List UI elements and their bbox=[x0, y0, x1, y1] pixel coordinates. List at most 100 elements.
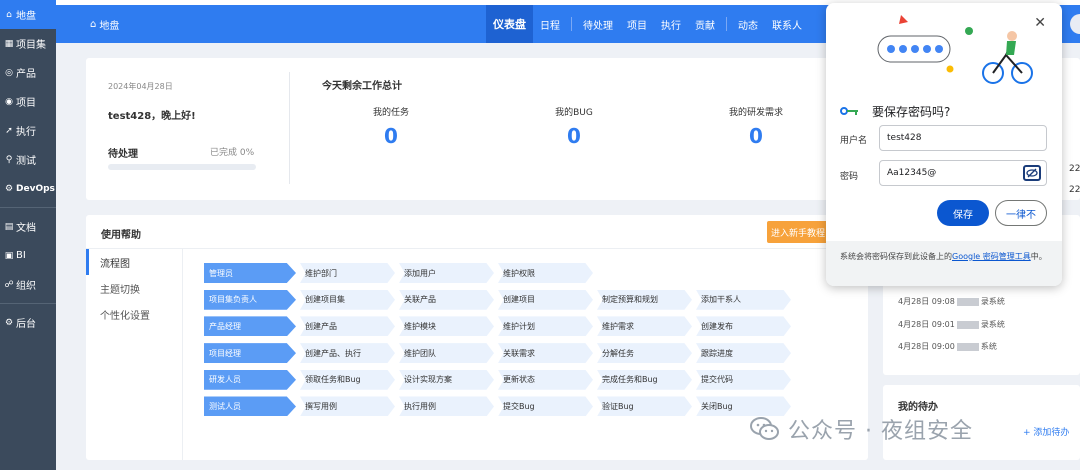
flow-step[interactable]: 撰写用例 bbox=[300, 396, 395, 417]
divider bbox=[182, 249, 183, 460]
flow-step[interactable]: 验证Bug bbox=[597, 396, 692, 417]
stat-bugs[interactable]: 我的BUG 0 bbox=[514, 105, 634, 148]
nav-todo[interactable]: 待处理 bbox=[576, 5, 620, 43]
flow-step[interactable]: 创建产品 bbox=[300, 316, 395, 337]
flow-role[interactable]: 项目经理 bbox=[204, 343, 296, 364]
username-field[interactable]: test428 bbox=[879, 125, 1047, 151]
dynamic-item[interactable]: 4月28日 09:01 录系统 bbox=[898, 319, 1005, 330]
sidebar-item-program[interactable]: ▦ 项目集 bbox=[0, 29, 56, 58]
save-password-dialog: ✕ 要保存密码吗? 用户名 test428 密码 Aa12345@ 保存 一律不… bbox=[826, 3, 1062, 286]
flow-step[interactable]: 维护计划 bbox=[498, 316, 593, 337]
flow-step[interactable]: 提交Bug bbox=[498, 396, 593, 417]
nav-contribution[interactable]: 贡献 bbox=[688, 5, 722, 43]
stat-stories[interactable]: 我的研发需求 0 bbox=[696, 105, 816, 148]
stat-label: 我的任务 bbox=[372, 108, 409, 118]
nav-calendar[interactable]: 日程 bbox=[533, 5, 567, 43]
admin-icon: ⚙ bbox=[4, 317, 14, 328]
close-icon[interactable]: ✕ bbox=[1034, 15, 1046, 31]
help-title: 使用帮助 bbox=[101, 230, 141, 241]
rocket-icon: ➚ bbox=[5, 125, 13, 136]
flow-row: 产品经理 创建产品 维护模块 维护计划 维护需求 创建发布 bbox=[204, 316, 795, 337]
home-icon: ⌂ bbox=[6, 9, 12, 20]
flow-step[interactable]: 完成任务和Bug bbox=[597, 369, 692, 390]
sidebar-item-doc[interactable]: ▤ 文档 bbox=[0, 212, 56, 241]
flow-step[interactable]: 提交代码 bbox=[696, 369, 791, 390]
sidebar-item-dashboard[interactable]: ⌂ 地盘 bbox=[0, 0, 56, 29]
redacted-user bbox=[956, 320, 979, 329]
dynamic-item[interactable]: 4月28日 09:08 录系统 bbox=[898, 296, 1005, 307]
progress-bar bbox=[108, 164, 256, 170]
flow-role[interactable]: 研发人员 bbox=[204, 369, 296, 390]
flow-role[interactable]: 测试人员 bbox=[204, 396, 296, 417]
summary-title: 今天剩余工作总计 bbox=[322, 81, 402, 92]
flow-step[interactable]: 添加用户 bbox=[399, 263, 494, 283]
sidebar-item-product[interactable]: ◎ 产品 bbox=[0, 58, 56, 87]
nav-contacts[interactable]: 联系人 bbox=[765, 5, 809, 43]
gear-icon: ⚙ bbox=[4, 183, 14, 194]
help-tabs: 流程图 主题切换 个性化设置 bbox=[86, 249, 182, 327]
todo-label: 待处理 bbox=[108, 149, 138, 160]
flow-step[interactable]: 维护部门 bbox=[300, 263, 395, 283]
flowchart: 管理员 维护部门 添加用户 维护权限项目集负责人 创建项目集 关联产品 创建项目 制定预算和规… bbox=[204, 263, 795, 423]
sidebar-divider bbox=[0, 207, 56, 208]
save-button[interactable]: 保存 bbox=[937, 200, 989, 226]
dynamic-item[interactable]: 4月28日 09:00 系统 bbox=[898, 341, 997, 352]
sidebar-item-org[interactable]: ☍ 组织 bbox=[0, 270, 56, 299]
flow-step[interactable]: 关联需求 bbox=[498, 343, 593, 364]
sidebar-item-admin[interactable]: ⚙ 后台 bbox=[0, 308, 56, 337]
stat-label: 我的研发需求 bbox=[728, 108, 783, 118]
flow-step[interactable]: 领取任务和Bug bbox=[300, 369, 395, 390]
sidebar-item-devops[interactable]: ⚙ DevOps bbox=[0, 174, 56, 203]
flow-step[interactable]: 关联产品 bbox=[399, 289, 494, 310]
never-button[interactable]: 一律不 bbox=[995, 200, 1047, 226]
flow-step[interactable]: 创建项目 bbox=[498, 289, 593, 310]
flow-step[interactable]: 添加干系人 bbox=[696, 289, 791, 310]
tab-personalize[interactable]: 个性化设置 bbox=[86, 301, 182, 327]
flow-role[interactable]: 产品经理 bbox=[204, 316, 296, 337]
done-percent: 已完成 0% bbox=[210, 148, 255, 158]
wechat-icon bbox=[750, 417, 779, 440]
flow-step[interactable]: 制定预算和规划 bbox=[597, 289, 692, 310]
flow-step[interactable]: 执行用例 bbox=[399, 396, 494, 417]
password-manager-link[interactable]: Google 密码管理工具 bbox=[952, 252, 1031, 261]
sidebar-item-test[interactable]: ⚲ 测试 bbox=[0, 145, 56, 174]
nav-divider bbox=[571, 17, 572, 31]
password-field[interactable]: Aa12345@ bbox=[879, 160, 1047, 186]
flow-step[interactable]: 更新状态 bbox=[498, 369, 593, 390]
flow-step[interactable]: 维护需求 bbox=[597, 316, 692, 337]
dialog-footer: 系统会将密码保存到此设备上的Google 密码管理工具中。 bbox=[826, 241, 1062, 286]
flow-step[interactable]: 维护模块 bbox=[399, 316, 494, 337]
nav-execution[interactable]: 执行 bbox=[654, 5, 688, 43]
flow-role[interactable]: 项目集负责人 bbox=[204, 289, 296, 310]
flow-step[interactable]: 创建项目集 bbox=[300, 289, 395, 310]
stat-tasks[interactable]: 我的任务 0 bbox=[331, 105, 451, 148]
sidebar-item-execution[interactable]: ➚ 执行 bbox=[0, 116, 56, 145]
stat-value: 0 bbox=[384, 124, 398, 148]
flow-step[interactable]: 维护权限 bbox=[498, 263, 593, 283]
flow-row: 测试人员 撰写用例 执行用例 提交Bug 验证Bug 关闭Bug bbox=[204, 396, 795, 417]
flow-role[interactable]: 管理员 bbox=[204, 263, 296, 283]
team-icon: ☍ bbox=[4, 279, 14, 290]
nav-dashboard[interactable]: 仪表盘 bbox=[486, 5, 533, 43]
watermark: 公众号 · 夜组安全 bbox=[750, 413, 973, 445]
flow-step[interactable]: 设计实现方案 bbox=[399, 369, 494, 390]
flow-step[interactable]: 分解任务 bbox=[597, 343, 692, 364]
add-todo-link[interactable]: + 添加待办 bbox=[1023, 425, 1069, 438]
eye-off-icon[interactable] bbox=[1023, 165, 1041, 181]
sidebar-item-bi[interactable]: ▣ BI bbox=[0, 241, 56, 270]
redacted-user bbox=[956, 342, 979, 351]
flow-step[interactable]: 创建产品、执行 bbox=[300, 343, 395, 364]
flow-row: 项目集负责人 创建项目集 关联产品 创建项目 制定预算和规划 添加干系人 bbox=[204, 289, 795, 310]
breadcrumb-home[interactable]: ⌂ 地盘 bbox=[90, 17, 119, 32]
nav-divider bbox=[726, 17, 727, 31]
flow-step[interactable]: 跟踪进度 bbox=[696, 343, 791, 364]
flow-step[interactable]: 维护团队 bbox=[399, 343, 494, 364]
tab-flowchart[interactable]: 流程图 bbox=[86, 249, 182, 275]
nav-project[interactable]: 项目 bbox=[620, 5, 654, 43]
sidebar-divider bbox=[0, 303, 56, 304]
tab-theme[interactable]: 主题切换 bbox=[86, 275, 182, 301]
nav-dynamic[interactable]: 动态 bbox=[731, 5, 765, 43]
flow-step[interactable]: 创建发布 bbox=[696, 316, 791, 337]
grid-icon: ▦ bbox=[4, 38, 14, 49]
sidebar-item-project[interactable]: ◉ 项目 bbox=[0, 87, 56, 116]
